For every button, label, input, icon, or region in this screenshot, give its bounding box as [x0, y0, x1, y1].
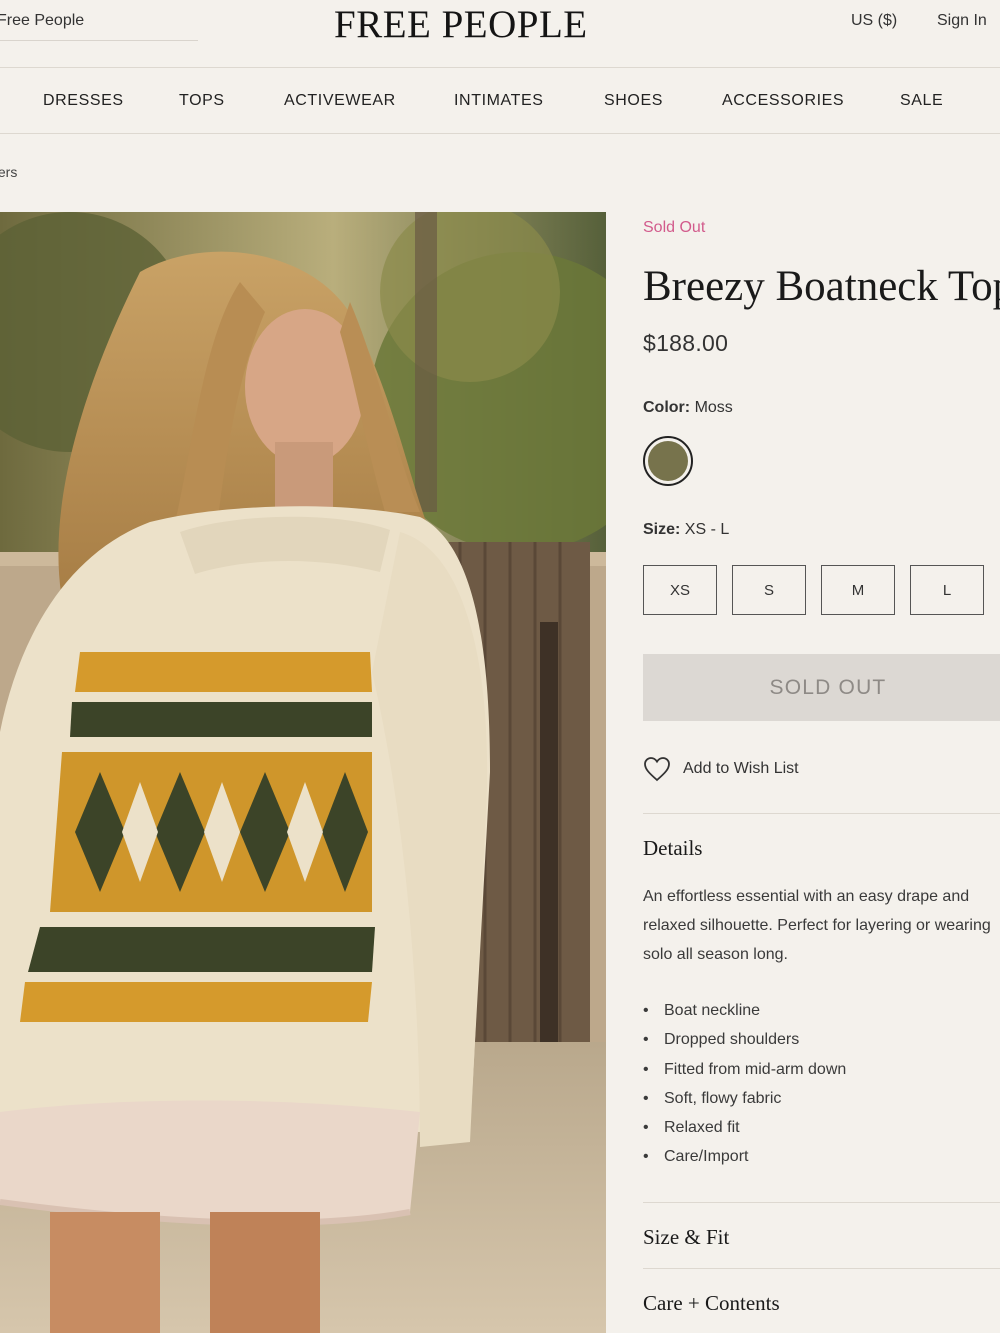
nav-divider: [0, 133, 1000, 134]
nav-dresses[interactable]: DRESSES: [43, 92, 124, 110]
section-divider: [643, 1202, 1000, 1203]
sold-out-button[interactable]: SOLD OUT: [643, 654, 1000, 721]
nav-accessories[interactable]: ACCESSORIES: [722, 92, 844, 110]
feature-list: Boat neckline Dropped shoulders Fitted f…: [643, 996, 846, 1172]
list-item: Care/Import: [643, 1142, 846, 1171]
product-price: $188.00: [643, 330, 729, 356]
site-logo[interactable]: FREE PEOPLE: [334, 2, 588, 47]
product-description: An effortless essential with an easy dra…: [643, 888, 991, 963]
size-l-button[interactable]: L: [910, 565, 984, 615]
color-label: Color:: [643, 399, 691, 416]
breadcrumb[interactable]: ters: [0, 164, 17, 180]
color-value: Moss: [694, 399, 733, 416]
section-divider: [643, 813, 1000, 814]
section-divider: [643, 1268, 1000, 1269]
nav-sale[interactable]: SALE: [900, 92, 943, 110]
care-contents-accordion[interactable]: Care + Contents: [643, 1291, 780, 1316]
details-heading[interactable]: Details: [643, 836, 702, 861]
nav-activewear[interactable]: ACTIVEWEAR: [284, 92, 396, 110]
search-field-text: Free People: [0, 12, 85, 29]
color-swatch-moss[interactable]: [643, 436, 693, 486]
size-row: Size: XS - L: [643, 521, 729, 539]
search-field[interactable]: Free People: [0, 0, 198, 41]
color-row: Color: Moss: [643, 399, 733, 417]
size-s-button[interactable]: S: [732, 565, 806, 615]
list-item: Boat neckline: [643, 996, 846, 1025]
size-label: Size:: [643, 521, 681, 538]
nav-shoes[interactable]: SHOES: [604, 92, 663, 110]
size-xs-button[interactable]: XS: [643, 565, 717, 615]
size-range: XS - L: [684, 521, 730, 538]
size-fit-accordion[interactable]: Size & Fit: [643, 1225, 729, 1250]
product-image[interactable]: [0, 212, 606, 1333]
list-item: Fitted from mid-arm down: [643, 1055, 846, 1084]
header-divider: [0, 67, 1000, 68]
product-title: Breezy Boatneck Top: [643, 263, 1000, 310]
size-m-button[interactable]: M: [821, 565, 895, 615]
list-item: Dropped shoulders: [643, 1025, 846, 1054]
stock-status: Sold Out: [643, 219, 706, 236]
list-item: Soft, flowy fabric: [643, 1084, 846, 1113]
add-to-wishlist[interactable]: Add to Wish List: [643, 756, 799, 782]
wishlist-label: Add to Wish List: [683, 760, 799, 777]
swatch-fill: [648, 441, 688, 481]
sign-in-link[interactable]: Sign In: [937, 12, 987, 30]
nav-intimates[interactable]: INTIMATES: [454, 92, 544, 110]
nav-tops[interactable]: TOPS: [179, 92, 225, 110]
currency-selector[interactable]: US ($): [851, 12, 897, 30]
list-item: Relaxed fit: [643, 1113, 846, 1142]
heart-icon: [644, 757, 670, 782]
